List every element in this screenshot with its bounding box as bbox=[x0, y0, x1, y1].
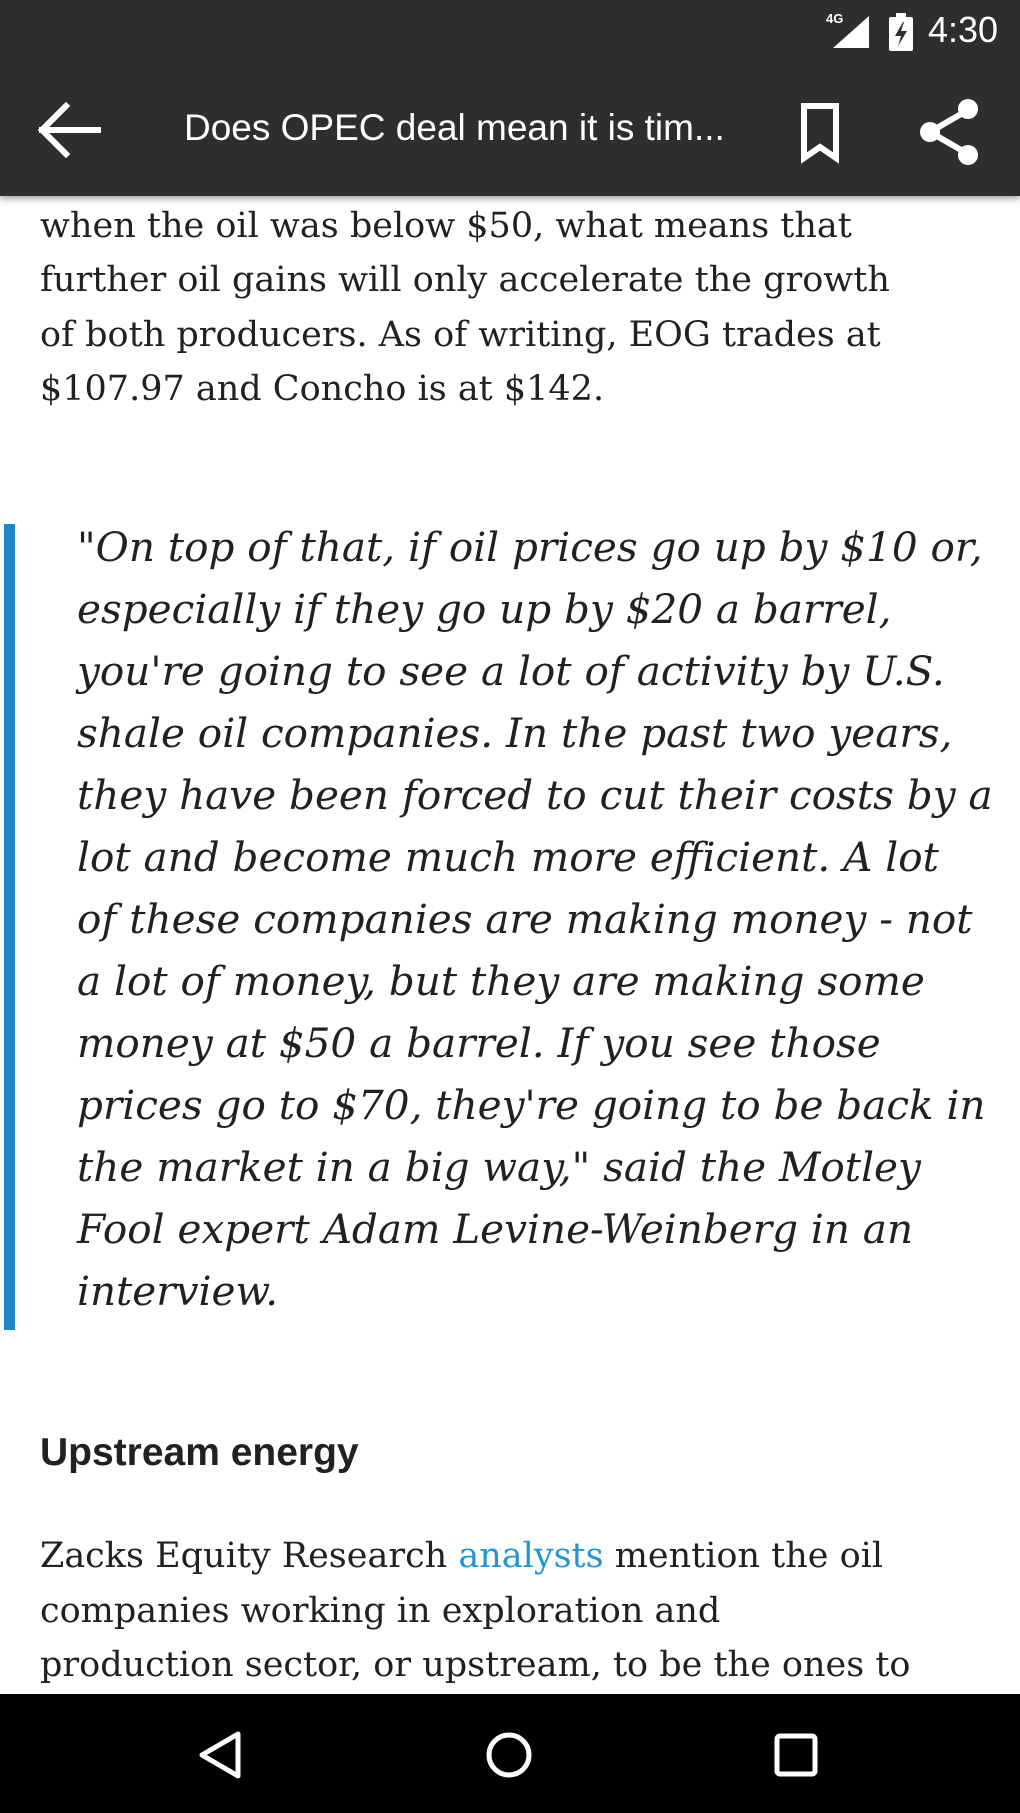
bookmark-button[interactable] bbox=[780, 92, 860, 172]
app-bar: Does OPEC deal mean it is tim... bbox=[0, 62, 1020, 196]
section-heading: Upstream energy bbox=[40, 1431, 359, 1474]
status-bar: 4G 4:30 bbox=[0, 0, 1020, 62]
article-body[interactable]: to navigate the unfavorable market envir… bbox=[0, 196, 1020, 1694]
blockquote-text: "On top of that, if oil prices go up by … bbox=[77, 523, 993, 1315]
screen: 4G 4:30 Does OPEC deal mean it is tim... bbox=[0, 0, 1020, 1813]
nav-home-icon bbox=[486, 1732, 532, 1778]
back-arrow-icon bbox=[37, 101, 101, 159]
back-button[interactable] bbox=[30, 90, 110, 170]
nav-back-icon bbox=[199, 1731, 241, 1779]
nav-recents-button[interactable] bbox=[761, 1720, 831, 1790]
share-button[interactable] bbox=[910, 92, 990, 172]
analysts-link[interactable]: analysts bbox=[458, 1536, 603, 1576]
navigation-bar bbox=[0, 1694, 1020, 1813]
nav-recents-icon bbox=[774, 1733, 818, 1777]
nav-back-button[interactable] bbox=[186, 1720, 256, 1790]
article-paragraph: to navigate the unfavorable market envir… bbox=[40, 205, 890, 410]
battery-charging-icon bbox=[889, 13, 913, 51]
clock: 4:30 bbox=[928, 9, 999, 50]
article-paragraph: Zacks Equity Research analysts mention t… bbox=[40, 1529, 1000, 1693]
bookmark-icon bbox=[801, 103, 839, 164]
share-icon bbox=[920, 99, 978, 165]
paragraph-text: Zacks Equity Research bbox=[40, 1536, 459, 1576]
article-title: Does OPEC deal mean it is tim... bbox=[184, 107, 725, 148]
blockquote-bar bbox=[4, 524, 15, 1330]
signal-icon bbox=[833, 16, 869, 48]
nav-home-button[interactable] bbox=[474, 1720, 544, 1790]
